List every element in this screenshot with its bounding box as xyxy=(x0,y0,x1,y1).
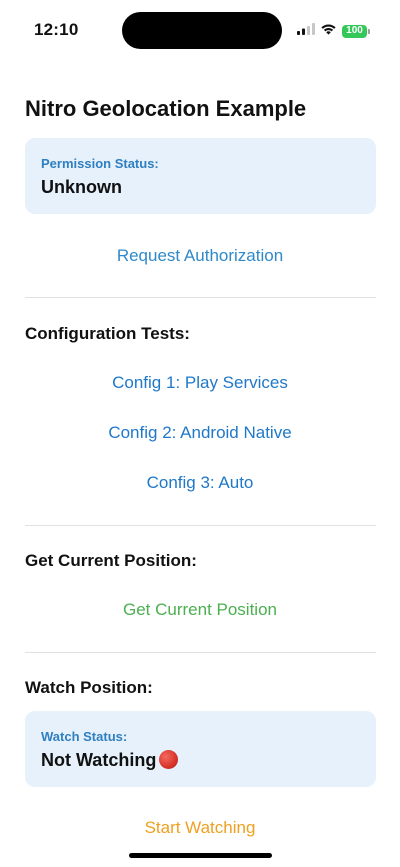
permission-status-label: Permission Status: xyxy=(41,156,159,171)
divider xyxy=(25,297,376,298)
watch-status-label: Watch Status: xyxy=(41,729,128,744)
dynamic-island xyxy=(122,12,282,49)
battery-icon: 100 xyxy=(342,24,370,38)
watch-status-value: Not Watching xyxy=(41,750,157,770)
config-play-services-button[interactable]: Config 1: Play Services xyxy=(0,373,400,393)
config-android-native-button[interactable]: Config 2: Android Native xyxy=(0,423,400,443)
divider xyxy=(25,652,376,653)
status-time: 12:10 xyxy=(34,20,79,39)
watch-status-card: Watch Status: Not Watching xyxy=(25,711,376,787)
system-icons: 100 xyxy=(297,22,370,40)
permission-status-card: Permission Status: Unknown xyxy=(25,138,376,214)
battery-level: 100 xyxy=(342,24,367,38)
watch-status-row: Not Watching xyxy=(41,750,360,771)
watch-position-title: Watch Position: xyxy=(25,678,153,697)
wifi-icon xyxy=(320,22,337,40)
home-indicator xyxy=(129,853,272,858)
status-bar: 12:10 100 xyxy=(0,0,400,60)
configuration-tests-title: Configuration Tests: xyxy=(25,324,190,343)
get-current-position-button[interactable]: Get Current Position xyxy=(0,600,400,620)
battery-cap xyxy=(368,28,370,34)
request-authorization-button[interactable]: Request Authorization xyxy=(0,246,400,266)
get-current-position-title: Get Current Position: xyxy=(25,551,197,570)
divider xyxy=(25,525,376,526)
cellular-signal-icon xyxy=(297,22,315,40)
page-title: Nitro Geolocation Example xyxy=(25,96,307,121)
red-circle-icon xyxy=(159,750,179,769)
permission-status-value: Unknown xyxy=(41,177,122,197)
config-auto-button[interactable]: Config 3: Auto xyxy=(0,473,400,493)
start-watching-button[interactable]: Start Watching xyxy=(0,818,400,838)
